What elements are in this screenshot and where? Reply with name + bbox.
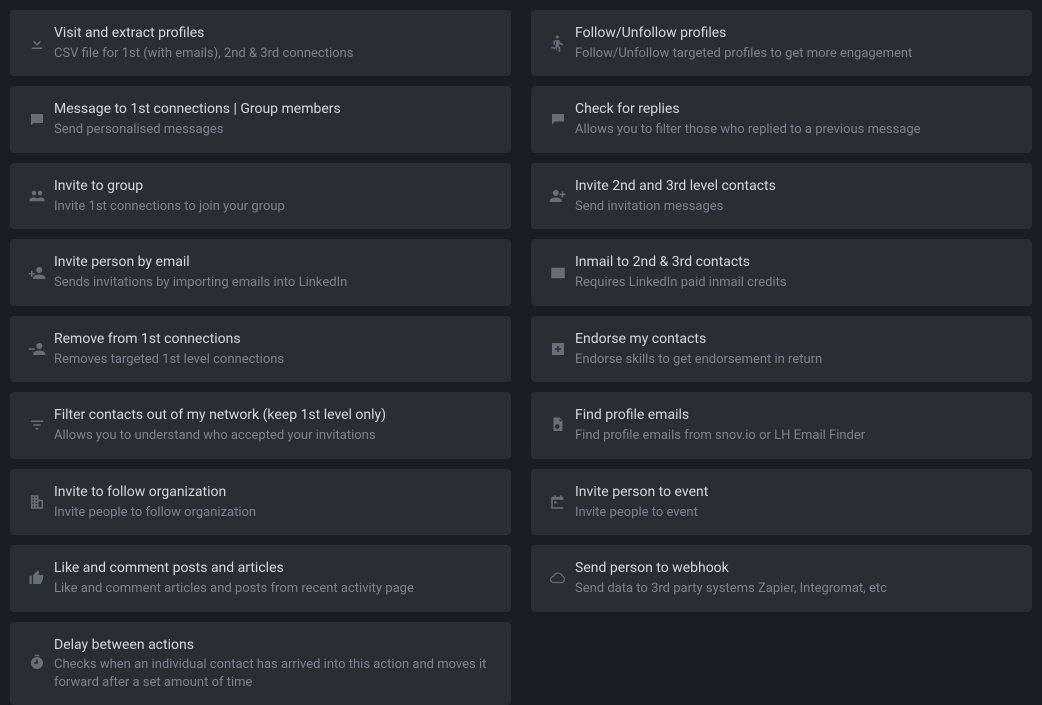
card-title: Filter contacts out of my network (keep … — [54, 406, 495, 425]
card-description: Invite people to follow organization — [54, 504, 495, 522]
file-search-icon — [541, 416, 575, 434]
card-description: Like and comment articles and posts from… — [54, 580, 495, 598]
card-title: Invite person by email — [54, 253, 495, 272]
action-card[interactable]: Invite to group Invite 1st connections to… — [10, 163, 511, 229]
filter-icon — [20, 416, 54, 434]
download-icon — [20, 34, 54, 52]
card-text: Inmail to 2nd & 3rd contacts Requires Lin… — [575, 253, 1016, 291]
action-card[interactable]: Invite 2nd and 3rd level contacts Send in… — [531, 163, 1032, 229]
card-description: Follow/Unfollow targeted profiles to get… — [575, 45, 1016, 63]
action-card[interactable]: Filter contacts out of my network (keep … — [10, 392, 511, 458]
thumb-up-icon — [20, 569, 54, 587]
chat-icon — [541, 111, 575, 129]
card-title: Check for replies — [575, 100, 1016, 119]
run-icon — [541, 34, 575, 52]
card-text: Invite 2nd and 3rd level contacts Send in… — [575, 177, 1016, 215]
action-card[interactable]: Follow/Unfollow profiles Follow/Unfollow … — [531, 10, 1032, 76]
card-description: Find profile emails from snov.io or LH E… — [575, 427, 1016, 445]
card-description: Allows you to filter those who replied t… — [575, 121, 1016, 139]
card-description: CSV file for 1st (with emails), 2nd & 3r… — [54, 45, 495, 63]
card-text: Like and comment posts and articles Like … — [54, 559, 495, 597]
building-icon — [20, 493, 54, 511]
card-text: Delay between actionsChecks when an indi… — [54, 636, 495, 692]
action-card[interactable]: Like and comment posts and articles Like … — [10, 545, 511, 611]
right-column: Follow/Unfollow profiles Follow/Unfollow … — [531, 10, 1032, 705]
card-text: Invite to group Invite 1st connections to… — [54, 177, 495, 215]
card-title: Endorse my contacts — [575, 330, 1016, 349]
card-text: Find profile emails Find profile emails f… — [575, 406, 1016, 444]
group-icon — [20, 187, 54, 205]
card-text: Invite person to event Invite people to e… — [575, 483, 1016, 521]
card-text: Check for replies Allows you to filter th… — [575, 100, 1016, 138]
card-description: Send data to 3rd party systems Zapier, I… — [575, 580, 1016, 598]
card-text: Invite person by email Sends invitations … — [54, 253, 495, 291]
card-title: Inmail to 2nd & 3rd contacts — [575, 253, 1016, 272]
action-card[interactable]: Invite person by email Sends invitations … — [10, 239, 511, 305]
card-title: Follow/Unfollow profiles — [575, 24, 1016, 43]
mail-icon — [541, 264, 575, 282]
action-card[interactable]: Invite to follow organization Invite peop… — [10, 469, 511, 535]
card-description: Checks when an individual contact has ar… — [54, 656, 495, 691]
card-text: Invite to follow organization Invite peop… — [54, 483, 495, 521]
card-title: Like and comment posts and articles — [54, 559, 495, 578]
card-text: Send person to webhook Send data to 3rd p… — [575, 559, 1016, 597]
plus-box-icon — [541, 340, 575, 358]
card-title: Send person to webhook — [575, 559, 1016, 578]
card-title: Invite person to event — [575, 483, 1016, 502]
card-description: Requires LinkedIn paid inmail credits — [575, 274, 1016, 292]
timer-icon — [20, 654, 54, 672]
card-title: Message to 1st connections | Group membe… — [54, 100, 495, 119]
card-text: Endorse my contacts Endorse skills to get… — [575, 330, 1016, 368]
calendar-icon — [541, 493, 575, 511]
action-grid: Visit and extract profiles CSV file for 1… — [10, 10, 1032, 705]
person-remove-icon — [20, 340, 54, 358]
card-description: Endorse skills to get endorsement in ret… — [575, 351, 1016, 369]
card-description: Send personalised messages — [54, 121, 495, 139]
card-text: Message to 1st connections | Group membe… — [54, 100, 495, 138]
message-icon — [20, 111, 54, 129]
card-text: Visit and extract profiles CSV file for 1… — [54, 24, 495, 62]
card-description: Sends invitations by importing emails in… — [54, 274, 495, 292]
left-column: Visit and extract profiles CSV file for 1… — [10, 10, 511, 705]
action-card[interactable]: Visit and extract profiles CSV file for 1… — [10, 10, 511, 76]
action-card[interactable]: Delay between actionsChecks when an indi… — [10, 622, 511, 705]
card-description: Invite 1st connections to join your grou… — [54, 198, 495, 216]
cloud-icon — [541, 569, 575, 587]
card-title: Invite to group — [54, 177, 495, 196]
card-text: Remove from 1st connections Removes targe… — [54, 330, 495, 368]
card-title: Invite 2nd and 3rd level contacts — [575, 177, 1016, 196]
card-text: Follow/Unfollow profiles Follow/Unfollow … — [575, 24, 1016, 62]
card-description: Invite people to event — [575, 504, 1016, 522]
card-description: Removes targeted 1st level connections — [54, 351, 495, 369]
card-description: Send invitation messages — [575, 198, 1016, 216]
action-card[interactable]: Check for replies Allows you to filter th… — [531, 86, 1032, 152]
action-card[interactable]: Find profile emails Find profile emails f… — [531, 392, 1032, 458]
person-add-icon — [20, 264, 54, 282]
card-description: Allows you to understand who accepted yo… — [54, 427, 495, 445]
action-card[interactable]: Message to 1st connections | Group membe… — [10, 86, 511, 152]
card-title: Invite to follow organization — [54, 483, 495, 502]
card-text: Filter contacts out of my network (keep … — [54, 406, 495, 444]
action-card[interactable]: Inmail to 2nd & 3rd contacts Requires Lin… — [531, 239, 1032, 305]
action-card[interactable]: Remove from 1st connections Removes targe… — [10, 316, 511, 382]
action-card[interactable]: Endorse my contacts Endorse skills to get… — [531, 316, 1032, 382]
card-title: Visit and extract profiles — [54, 24, 495, 43]
action-card[interactable]: Send person to webhook Send data to 3rd p… — [531, 545, 1032, 611]
card-title: Remove from 1st connections — [54, 330, 495, 349]
card-title: Delay between actions — [54, 636, 495, 655]
person-plus-icon — [541, 187, 575, 205]
card-title: Find profile emails — [575, 406, 1016, 425]
action-card[interactable]: Invite person to event Invite people to e… — [531, 469, 1032, 535]
